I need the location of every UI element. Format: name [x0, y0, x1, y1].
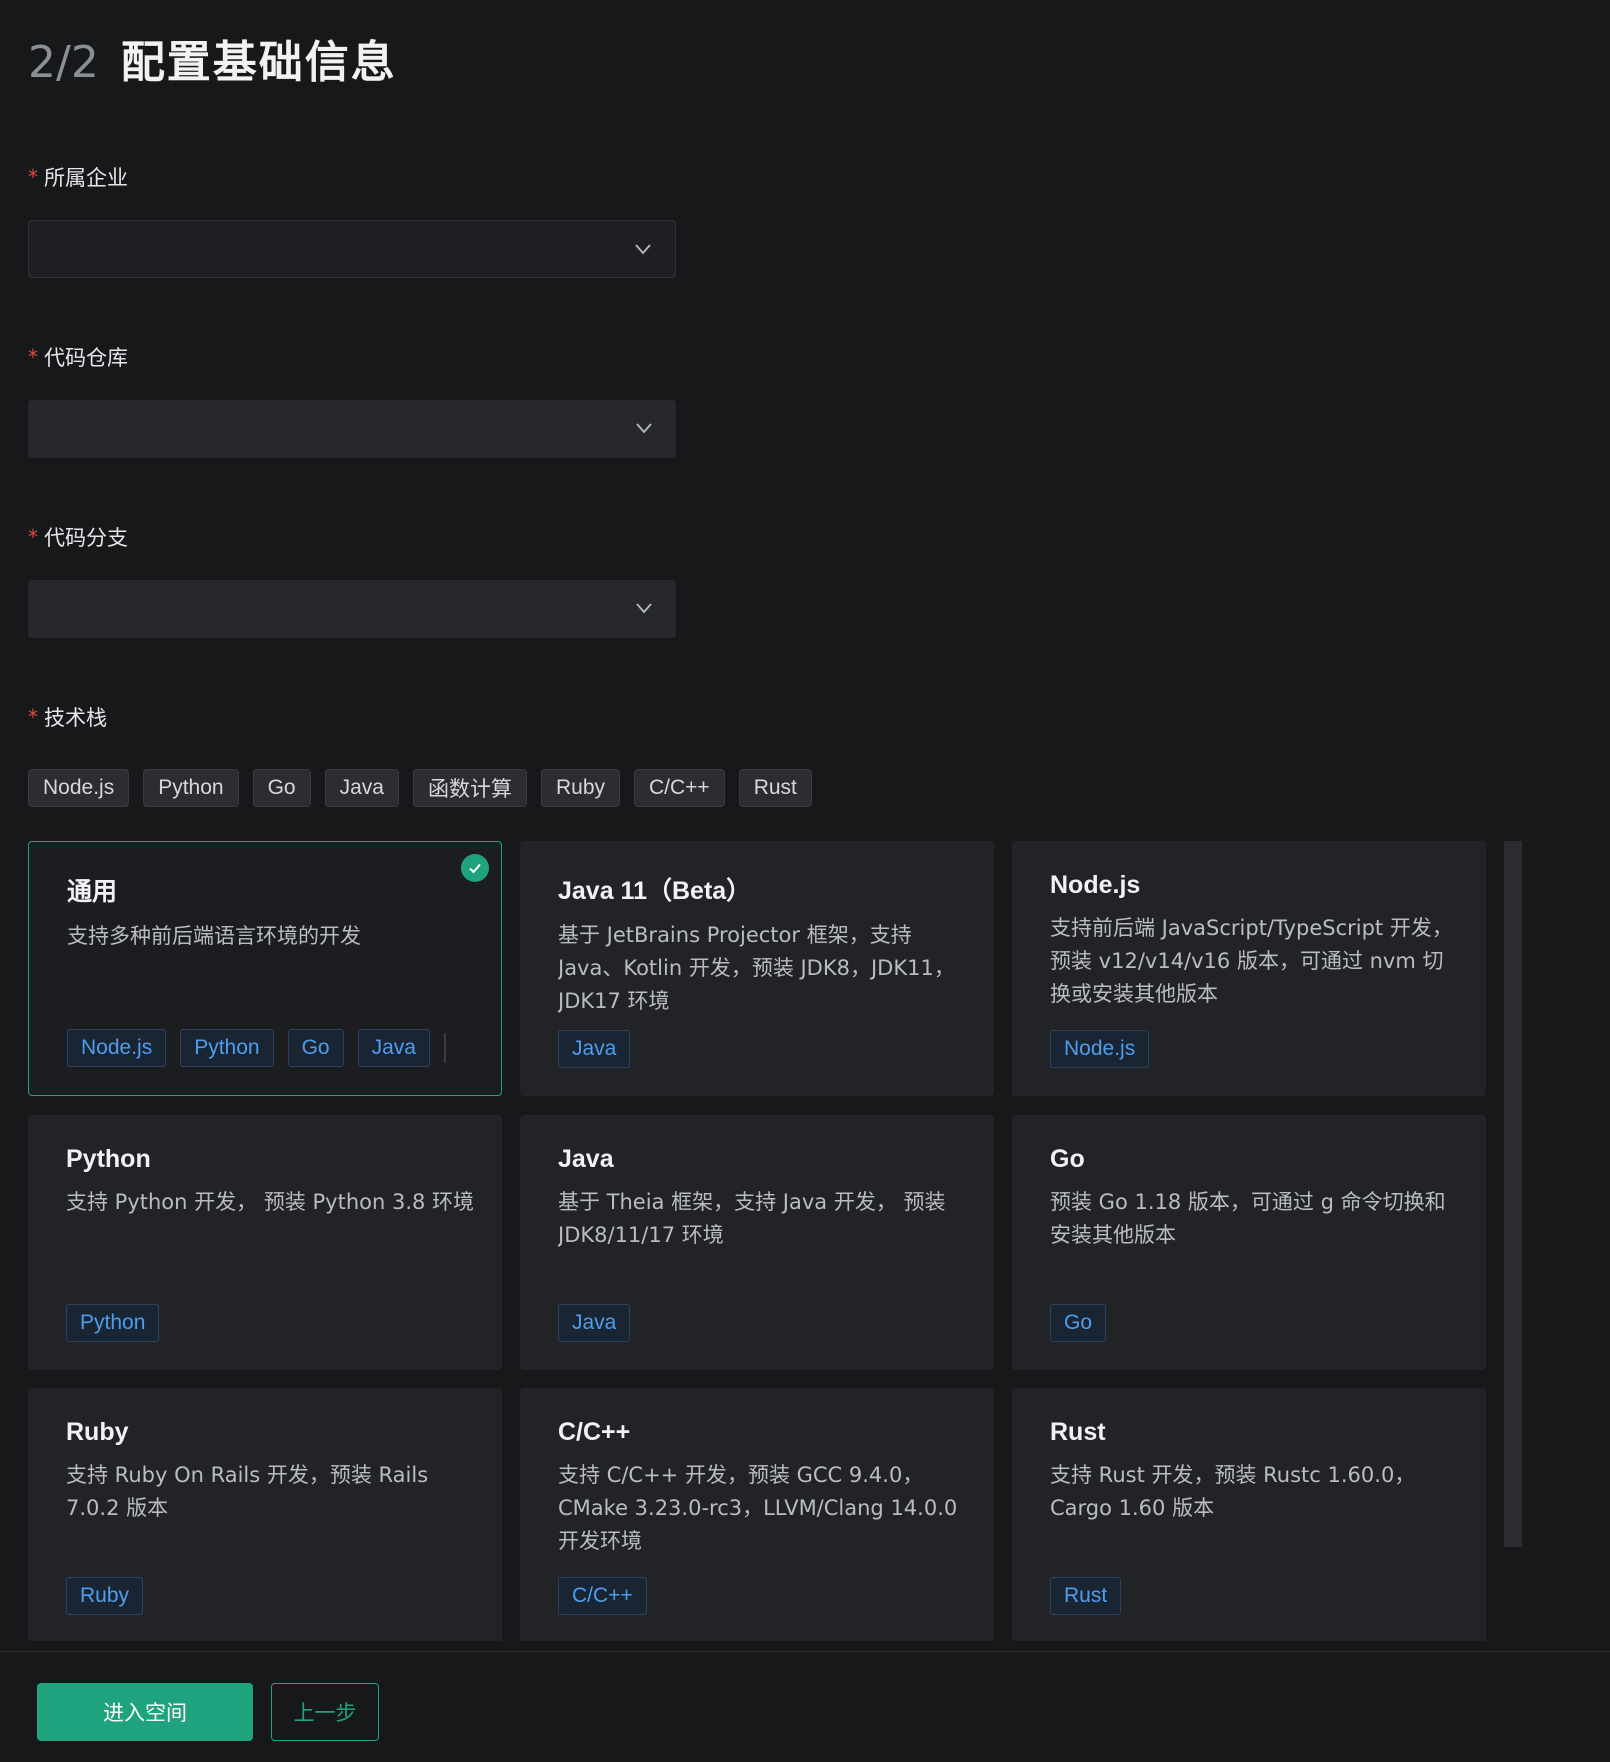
- stack-label: * 技术栈: [28, 702, 107, 732]
- tag: Node.js: [67, 1029, 167, 1067]
- tag: Python: [66, 1304, 160, 1342]
- template-tags: Java: [558, 1030, 631, 1068]
- chevron-down-icon: [635, 244, 651, 255]
- tag: Java: [558, 1030, 631, 1068]
- template-title: Go: [1050, 1145, 1085, 1173]
- stack-label-text: 技术栈: [44, 706, 107, 730]
- template-desc: 支持 Rust 开发，预装 Rustc 1.60.0，Cargo 1.60 版本: [1050, 1463, 1416, 1520]
- tag: Python: [180, 1029, 274, 1067]
- page-header: 2/2 配置基础信息: [28, 26, 397, 90]
- step-indicator: 2/2: [28, 37, 99, 88]
- branch-label: * 代码分支: [28, 522, 128, 552]
- template-desc: 支持 Python 开发， 预装 Python 3.8 环境: [66, 1190, 475, 1214]
- template-title: 通用: [67, 878, 118, 906]
- template-card-nodejs[interactable]: Node.js 支持前后端 JavaScript/TypeScript 开发，预…: [1012, 841, 1486, 1096]
- required-mark: *: [28, 525, 38, 549]
- template-tags: Node.js: [1050, 1030, 1150, 1068]
- template-card-cpp[interactable]: C/C++ 支持 C/C++ 开发，预装 GCC 9.4.0，CMake 3.2…: [520, 1388, 994, 1641]
- template-title: Java: [558, 1145, 614, 1173]
- tag: Node.js: [1050, 1030, 1150, 1068]
- chevron-down-icon: [636, 423, 652, 434]
- template-desc: 支持 C/C++ 开发，预装 GCC 9.4.0，CMake 3.23.0-rc…: [558, 1463, 958, 1553]
- tag: Go: [1050, 1304, 1107, 1342]
- template-grid-scrollbar[interactable]: [1504, 841, 1522, 1547]
- filter-chip-function-compute[interactable]: 函数计算: [412, 769, 527, 807]
- page-title: 配置基础信息: [120, 37, 397, 88]
- repo-label-text: 代码仓库: [44, 346, 128, 370]
- template-title: Python: [66, 1145, 151, 1173]
- required-mark: *: [28, 165, 38, 189]
- company-label-text: 所属企业: [44, 166, 128, 190]
- template-desc: 支持 Ruby On Rails 开发，预装 Rails 7.0.2 版本: [66, 1463, 429, 1520]
- chevron-down-icon: [636, 603, 652, 614]
- footer-bar: 进入空间 上一步: [0, 1651, 1610, 1762]
- tag: Rust: [1050, 1577, 1122, 1615]
- template-card-rust[interactable]: Rust 支持 Rust 开发，预装 Rustc 1.60.0，Cargo 1.…: [1012, 1388, 1486, 1641]
- template-desc: 基于 Theia 框架，支持 Java 开发， 预装 JDK8/11/17 环境: [558, 1190, 946, 1247]
- tag: Java: [558, 1304, 631, 1342]
- repo-label: * 代码仓库: [28, 342, 128, 372]
- company-select[interactable]: [28, 220, 676, 278]
- template-tags: C/C++: [558, 1577, 647, 1615]
- tag: Ruby: [66, 1577, 144, 1615]
- filter-chip-go[interactable]: Go: [252, 769, 311, 807]
- template-desc: 支持前后端 JavaScript/TypeScript 开发，预装 v12/v1…: [1050, 916, 1453, 1006]
- branch-label-text: 代码分支: [44, 526, 128, 550]
- repo-select[interactable]: [28, 400, 676, 458]
- template-card-go[interactable]: Go 预装 Go 1.18 版本，可通过 g 命令切换和安装其他版本 Go: [1012, 1115, 1486, 1370]
- template-tags: Java: [558, 1304, 631, 1342]
- previous-step-button[interactable]: 上一步: [271, 1683, 379, 1741]
- template-tags: Node.js Python Go Java: [67, 1029, 446, 1067]
- template-grid: 通用 支持多种前后端语言环境的开发 Node.js Python Go Java…: [28, 841, 1486, 1641]
- tags-overflow-divider: [443, 1033, 446, 1063]
- template-tags: Ruby: [66, 1577, 144, 1615]
- filter-chip-python[interactable]: Python: [143, 769, 239, 807]
- template-card-ruby[interactable]: Ruby 支持 Ruby On Rails 开发，预装 Rails 7.0.2 …: [28, 1388, 502, 1641]
- enter-space-button[interactable]: 进入空间: [37, 1683, 253, 1741]
- template-desc: 支持多种前后端语言环境的开发: [67, 924, 361, 948]
- branch-select[interactable]: [28, 580, 676, 638]
- required-mark: *: [28, 705, 38, 729]
- page: 2/2 配置基础信息 * 所属企业 * 代码仓库 * 代码分支 * 技术栈 No…: [0, 0, 1610, 1762]
- template-title: C/C++: [558, 1418, 631, 1446]
- company-label: * 所属企业: [28, 162, 128, 192]
- filter-chip-java[interactable]: Java: [324, 769, 399, 807]
- stack-filter-bar: Node.js Python Go Java 函数计算 Ruby C/C++ R…: [28, 769, 812, 807]
- template-desc: 预装 Go 1.18 版本，可通过 g 命令切换和安装其他版本: [1050, 1190, 1446, 1247]
- tag: Java: [357, 1029, 430, 1067]
- template-title: Node.js: [1050, 871, 1141, 899]
- template-card-general[interactable]: 通用 支持多种前后端语言环境的开发 Node.js Python Go Java: [28, 841, 502, 1096]
- template-title: Ruby: [66, 1418, 129, 1446]
- template-card-java[interactable]: Java 基于 Theia 框架，支持 Java 开发， 预装 JDK8/11/…: [520, 1115, 994, 1370]
- template-title: Rust: [1050, 1418, 1106, 1446]
- template-desc: 基于 JetBrains Projector 框架，支持 Java、Kotlin…: [558, 923, 955, 1013]
- check-icon: [461, 854, 489, 882]
- template-tags: Python: [66, 1304, 160, 1342]
- filter-chip-cpp[interactable]: C/C++: [634, 769, 725, 807]
- tag: Go: [287, 1029, 344, 1067]
- required-mark: *: [28, 345, 38, 369]
- template-tags: Rust: [1050, 1577, 1122, 1615]
- filter-chip-nodejs[interactable]: Node.js: [28, 769, 130, 807]
- template-card-java11[interactable]: Java 11（Beta） 基于 JetBrains Projector 框架，…: [520, 841, 994, 1096]
- template-card-python[interactable]: Python 支持 Python 开发， 预装 Python 3.8 环境 Py…: [28, 1115, 502, 1370]
- tag: C/C++: [558, 1577, 647, 1615]
- template-title: Java 11（Beta）: [558, 877, 752, 905]
- filter-chip-rust[interactable]: Rust: [738, 769, 812, 807]
- template-tags: Go: [1050, 1304, 1107, 1342]
- filter-chip-ruby[interactable]: Ruby: [540, 769, 620, 807]
